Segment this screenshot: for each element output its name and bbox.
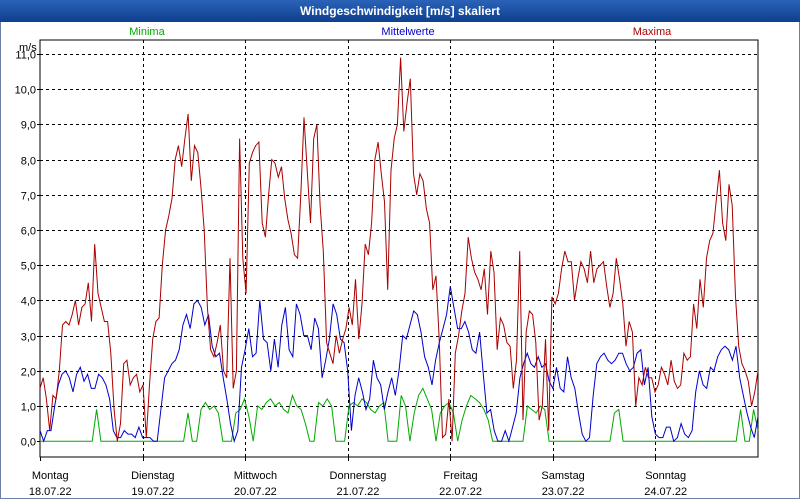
y-tick-label: 7,0 bbox=[21, 191, 36, 203]
x-date-label: 20.07.22 bbox=[234, 486, 277, 498]
x-day-label: Mittwoch bbox=[234, 470, 277, 482]
legend-entry-mittelwerte: Mittelwerte bbox=[381, 26, 434, 38]
x-day-label: Montag bbox=[32, 470, 69, 482]
y-tick-label: 9,0 bbox=[21, 120, 36, 132]
x-date-label: 24.07.22 bbox=[644, 486, 687, 498]
y-tick-label: 5,0 bbox=[21, 261, 36, 273]
x-date-label: 23.07.22 bbox=[542, 486, 585, 498]
y-tick-label: 0,0 bbox=[21, 437, 36, 449]
series-line-maxima bbox=[39, 57, 759, 442]
y-axis-label: m/s bbox=[19, 42, 37, 54]
x-date-label: 19.07.22 bbox=[131, 486, 174, 498]
x-date-label: 21.07.22 bbox=[337, 486, 380, 498]
x-day-label: Dienstag bbox=[131, 470, 174, 482]
legend-entry-maxima: Maxima bbox=[633, 26, 672, 38]
x-day-label: Samstag bbox=[541, 470, 584, 482]
y-tick-label: 6,0 bbox=[21, 226, 36, 238]
x-day-label: Sonntag bbox=[645, 470, 686, 482]
x-date-label: 18.07.22 bbox=[29, 486, 72, 498]
legend-entry-minima: Minima bbox=[129, 26, 165, 38]
y-tick-label: 8,0 bbox=[21, 156, 36, 168]
y-tick-label: 3,0 bbox=[21, 332, 36, 344]
x-day-label: Freitag bbox=[443, 470, 477, 482]
y-tick-label: 10,0 bbox=[15, 85, 36, 97]
x-day-label: Donnerstag bbox=[330, 470, 387, 482]
wind-speed-chart: 0,01,02,03,04,05,06,07,08,09,010,011,0m/… bbox=[15, 26, 759, 498]
y-tick-label: 4,0 bbox=[21, 296, 36, 308]
y-tick-label: 1,0 bbox=[21, 402, 36, 414]
x-date-label: 22.07.22 bbox=[439, 486, 482, 498]
y-tick-label: 2,0 bbox=[21, 367, 36, 379]
